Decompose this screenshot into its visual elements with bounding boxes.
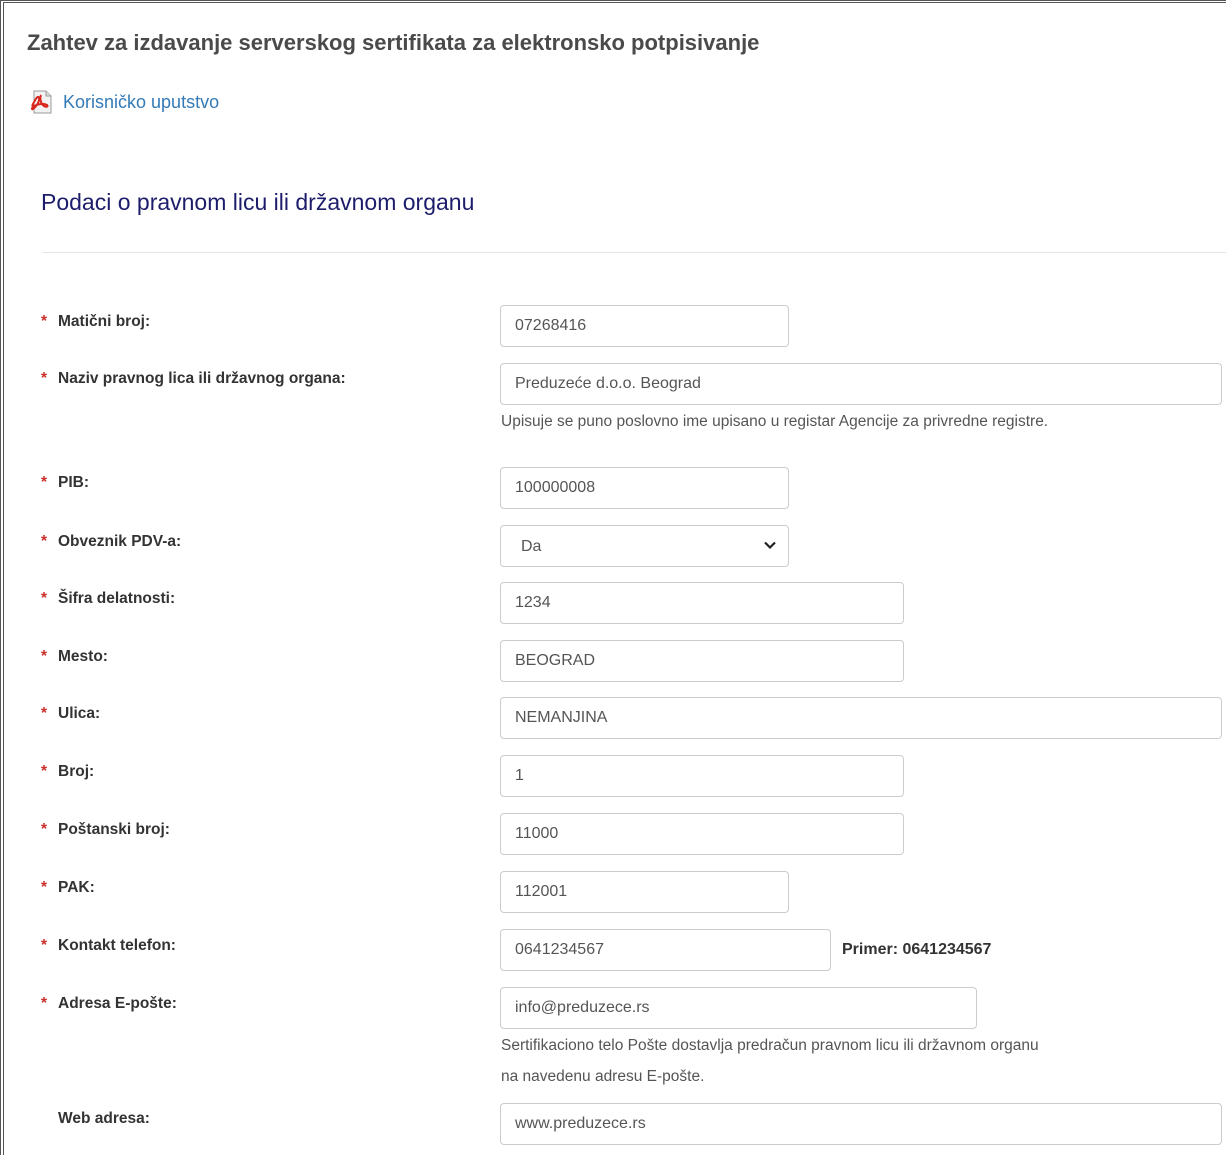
broj-input[interactable] bbox=[500, 755, 904, 797]
required-marker: * bbox=[41, 705, 48, 722]
label-broj: * Broj: bbox=[41, 763, 95, 780]
required-marker: * bbox=[41, 313, 48, 330]
section-title: Podaci o pravnom licu ili državnom organ… bbox=[41, 189, 475, 215]
required-marker: * bbox=[41, 370, 48, 387]
label-naziv: * Naziv pravnog lica ili državnog organa: bbox=[41, 370, 346, 387]
web-adresa-input[interactable] bbox=[500, 1103, 1222, 1145]
naziv-input[interactable] bbox=[500, 363, 1222, 405]
label-pib: * PIB: bbox=[41, 474, 89, 491]
page-title: Zahtev za izdavanje serverskog sertifika… bbox=[27, 30, 760, 55]
label-obveznik-pdv: * Obveznik PDV-a: bbox=[41, 533, 182, 550]
email-help-text-line1: Sertifikaciono telo Pošte dostavlja pred… bbox=[501, 1037, 1039, 1054]
naziv-help-text: Upisuje se puno poslovno ime upisano u r… bbox=[501, 413, 1049, 430]
section-divider bbox=[42, 252, 1226, 253]
label-postanski-broj: * Poštanski broj: bbox=[41, 821, 170, 838]
required-marker: * bbox=[41, 474, 48, 491]
user-manual-link-label: Korisničko uputstvo bbox=[63, 91, 220, 112]
pib-input[interactable] bbox=[500, 467, 789, 509]
label-web-adresa: Web adresa: bbox=[58, 1110, 150, 1127]
required-marker: * bbox=[41, 937, 48, 954]
obveznik-pdv-select[interactable]: Da bbox=[500, 525, 789, 567]
label-email: * Adresa E-pošte: bbox=[41, 995, 177, 1012]
label-kontakt-telefon: * Kontakt telefon: bbox=[41, 937, 176, 954]
email-input[interactable] bbox=[500, 987, 977, 1029]
postanski-broj-input[interactable] bbox=[500, 813, 904, 855]
required-marker: * bbox=[41, 648, 48, 665]
required-marker: * bbox=[41, 763, 48, 780]
label-pak: * PAK: bbox=[41, 879, 95, 896]
pak-input[interactable] bbox=[500, 871, 789, 913]
kontakt-telefon-example: Primer: 0641234567 bbox=[842, 941, 992, 958]
required-marker: * bbox=[41, 995, 48, 1012]
required-marker: * bbox=[41, 879, 48, 896]
maticni-broj-input[interactable] bbox=[500, 305, 789, 347]
obveznik-pdv-select-wrapper: Da bbox=[500, 525, 789, 567]
label-maticni-broj: * Matični broj: bbox=[41, 313, 151, 330]
sifra-delatnosti-input[interactable] bbox=[500, 582, 904, 624]
label-mesto: * Mesto: bbox=[41, 648, 108, 665]
label-ulica: * Ulica: bbox=[41, 705, 101, 722]
required-marker: * bbox=[41, 590, 48, 607]
page-frame: Zahtev za izdavanje serverskog sertifika… bbox=[0, 0, 1226, 1155]
required-marker: * bbox=[41, 821, 48, 838]
ulica-input[interactable] bbox=[500, 697, 1222, 739]
mesto-input[interactable] bbox=[500, 640, 904, 682]
required-marker: * bbox=[41, 533, 48, 550]
email-help-text-line2: na navedenu adresu E-pošte. bbox=[501, 1068, 705, 1085]
label-sifra-delatnosti: * Šifra delatnosti: bbox=[41, 590, 176, 607]
user-manual-link[interactable]: Korisničko uputstvo bbox=[29, 89, 219, 115]
pdf-icon bbox=[29, 89, 55, 115]
kontakt-telefon-input[interactable] bbox=[500, 929, 831, 971]
